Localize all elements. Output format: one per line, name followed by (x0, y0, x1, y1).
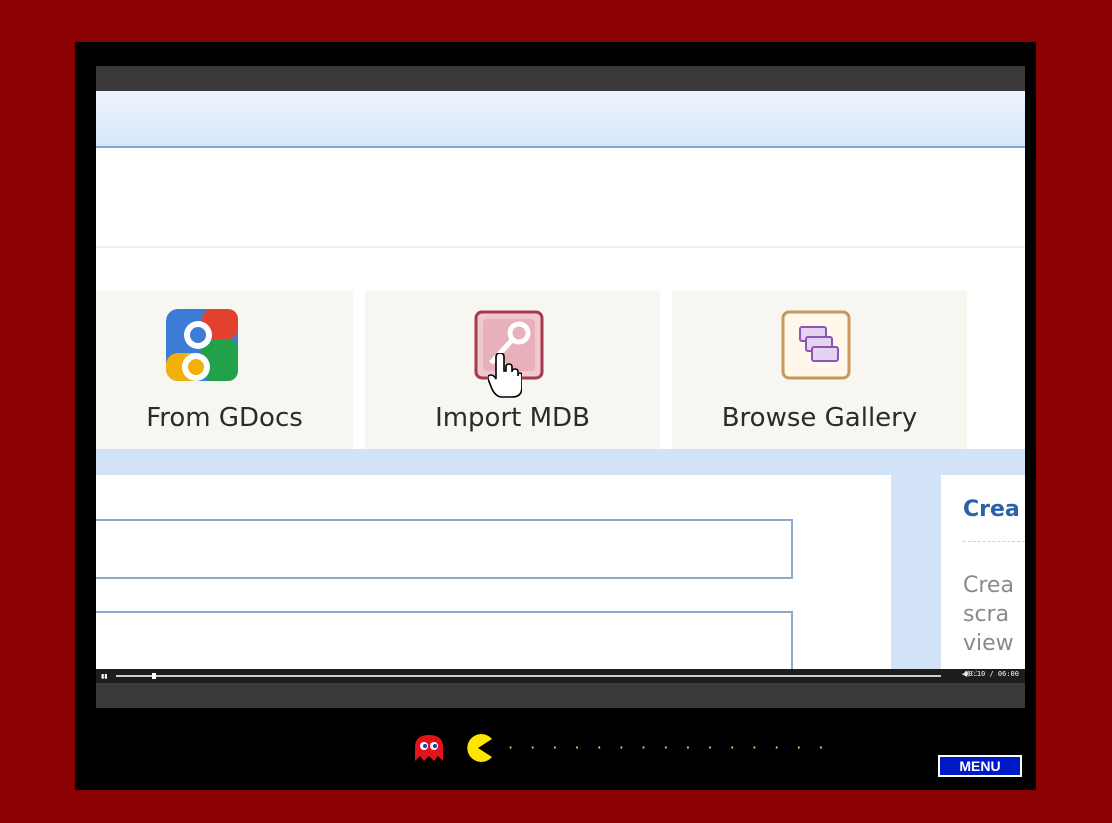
side-text-line: scra (963, 602, 1010, 627)
seek-bar[interactable]: ▮▮ ◀) ⛶ 00:10 / 06:00 (96, 669, 1025, 683)
side-text-line: view (963, 631, 1014, 656)
pacman-icon (467, 734, 492, 762)
seek-knob[interactable] (152, 673, 156, 679)
video-bottom-bar (96, 683, 1025, 708)
side-panel: Crea Crea scra view (941, 475, 1025, 669)
ghost-icon (415, 735, 443, 761)
side-panel-text: Crea scra view (963, 571, 1014, 658)
text-field-1[interactable] (96, 519, 793, 579)
pause-icon[interactable]: ▮▮ (101, 673, 108, 680)
tile-browse-gallery[interactable]: Browse Gallery (672, 291, 967, 449)
tile-label: Import MDB (435, 403, 590, 433)
video-top-bar (96, 66, 1025, 91)
tile-from-gdocs[interactable]: From GDocs (96, 291, 353, 449)
text-field-2[interactable] (96, 611, 793, 669)
side-panel-title: Crea (963, 497, 1020, 522)
time-display: 00:10 / 06:00 (964, 670, 1019, 678)
side-text-line: Crea (963, 573, 1014, 598)
divider (96, 246, 1025, 248)
divider (963, 541, 1025, 542)
tile-label: From GDocs (146, 403, 303, 433)
tile-label: Browse Gallery (721, 403, 918, 433)
seek-track[interactable] (116, 675, 941, 677)
google-icon (166, 309, 238, 381)
app-header (96, 91, 1025, 148)
hand-cursor-icon (488, 353, 522, 398)
form-panel (96, 475, 891, 669)
gallery-icon (781, 310, 851, 380)
menu-button[interactable]: MENU (938, 755, 1022, 777)
video-viewport[interactable]: From GDocs Import MDB Browse Gallery Cre… (96, 91, 1025, 669)
progress-dots: · · · · · · · · · · · · · · · (508, 738, 830, 757)
